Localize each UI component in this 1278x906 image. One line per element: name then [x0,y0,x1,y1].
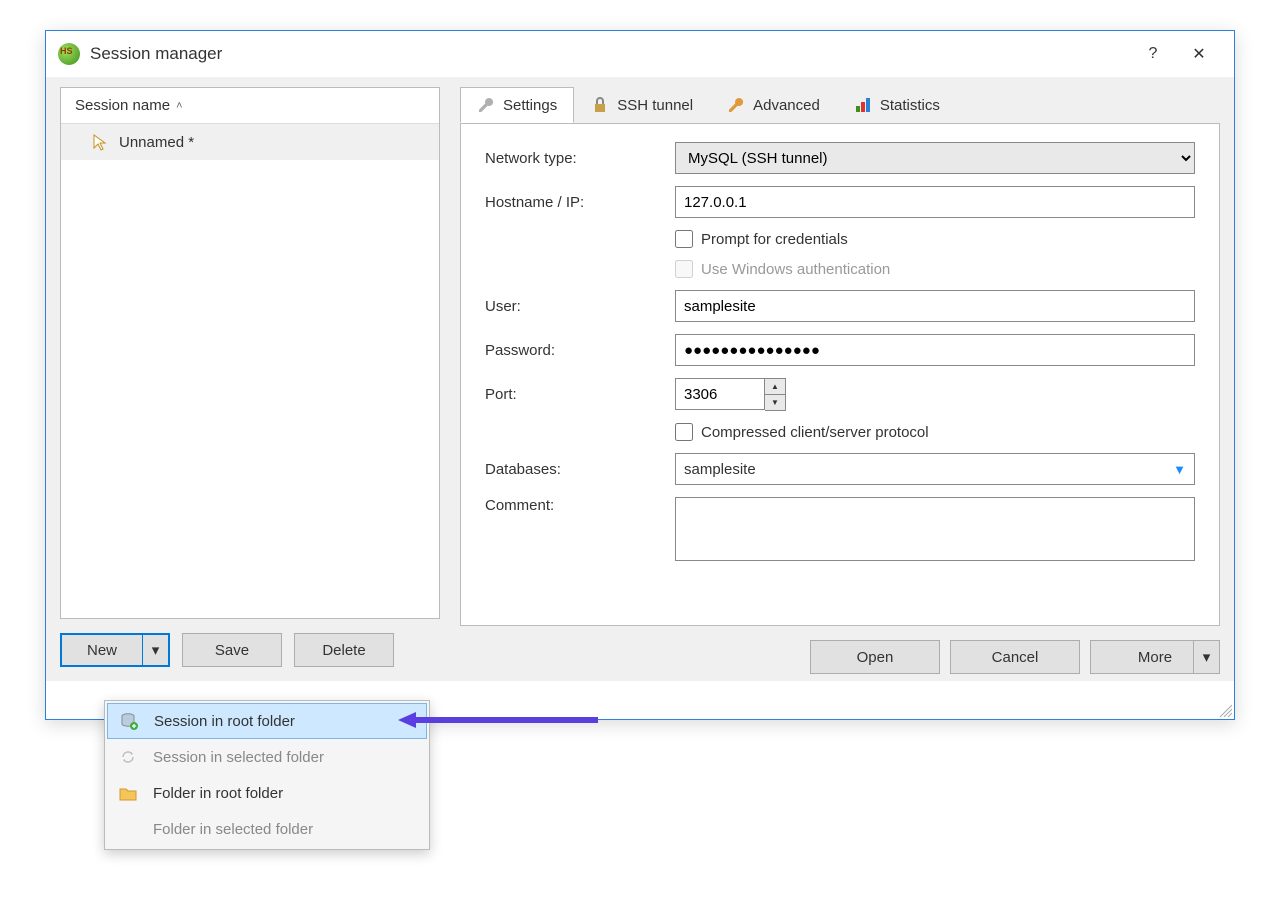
menu-folder-selected: Folder in selected folder [107,811,427,847]
session-manager-dialog: Session manager ? ✕ Session name ˄ Unnam… [45,30,1235,720]
menu-session-root[interactable]: Session in root folder [107,703,427,739]
prompt-credentials-checkbox[interactable]: Prompt for credentials [675,230,1195,248]
open-button[interactable]: Open [810,640,940,674]
database-add-icon [118,712,140,730]
more-dropdown-icon[interactable]: ▾ [1193,641,1219,673]
tab-settings[interactable]: Settings [460,87,574,123]
user-label: User: [485,298,675,315]
delete-button[interactable]: Delete [294,633,394,667]
more-button[interactable]: More ▾ [1090,640,1220,674]
wrench-icon [727,96,745,114]
resize-grip[interactable] [1216,701,1232,717]
sort-asc-icon: ˄ [176,100,182,112]
user-input[interactable] [675,290,1195,322]
databases-select[interactable]: samplesite ▼ [675,453,1195,485]
folder-icon [117,784,139,802]
tabs: Settings SSH tunnel Advanced Statistics [460,87,1220,124]
port-spinner[interactable]: ▲▼ [765,378,786,411]
tab-ssh-tunnel[interactable]: SSH tunnel [574,87,710,123]
comment-label: Comment: [485,497,675,514]
port-input[interactable] [675,378,765,410]
tab-statistics[interactable]: Statistics [837,87,957,123]
windows-auth-checkbox: Use Windows authentication [675,260,1195,278]
app-icon [58,43,80,65]
lock-icon [591,96,609,114]
bar-chart-icon [854,96,872,114]
databases-label: Databases: [485,461,675,478]
new-button[interactable]: New ▾ [60,633,170,667]
cancel-button[interactable]: Cancel [950,640,1080,674]
settings-form: Network type: MySQL (SSH tunnel) Hostnam… [460,124,1220,626]
session-list-header[interactable]: Session name ˄ [61,88,439,124]
port-label: Port: [485,386,675,403]
network-type-label: Network type: [485,150,675,167]
titlebar: Session manager ? ✕ [46,31,1234,77]
dropdown-icon: ▼ [1173,462,1186,477]
save-button[interactable]: Save [182,633,282,667]
annotation-arrow [398,712,598,728]
password-label: Password: [485,342,675,359]
network-type-select[interactable]: MySQL (SSH tunnel) [675,142,1195,174]
session-list: Session name ˄ Unnamed * [60,87,440,619]
compressed-checkbox[interactable]: Compressed client/server protocol [675,423,1195,441]
refresh-icon [117,748,139,766]
session-item[interactable]: Unnamed * [61,124,439,160]
cursor-icon [91,133,111,151]
tab-advanced[interactable]: Advanced [710,87,837,123]
dialog-title: Session manager [90,44,1130,64]
menu-session-selected: Session in selected folder [107,739,427,775]
password-input[interactable] [675,334,1195,366]
new-menu: Session in root folder Session in select… [104,700,430,850]
new-dropdown-icon[interactable]: ▾ [142,635,168,665]
help-button[interactable]: ? [1130,34,1176,74]
close-button[interactable]: ✕ [1176,34,1222,74]
hostname-input[interactable] [675,186,1195,218]
menu-folder-root[interactable]: Folder in root folder [107,775,427,811]
hostname-label: Hostname / IP: [485,194,675,211]
wrench-icon [477,96,495,114]
comment-input[interactable] [675,497,1195,561]
